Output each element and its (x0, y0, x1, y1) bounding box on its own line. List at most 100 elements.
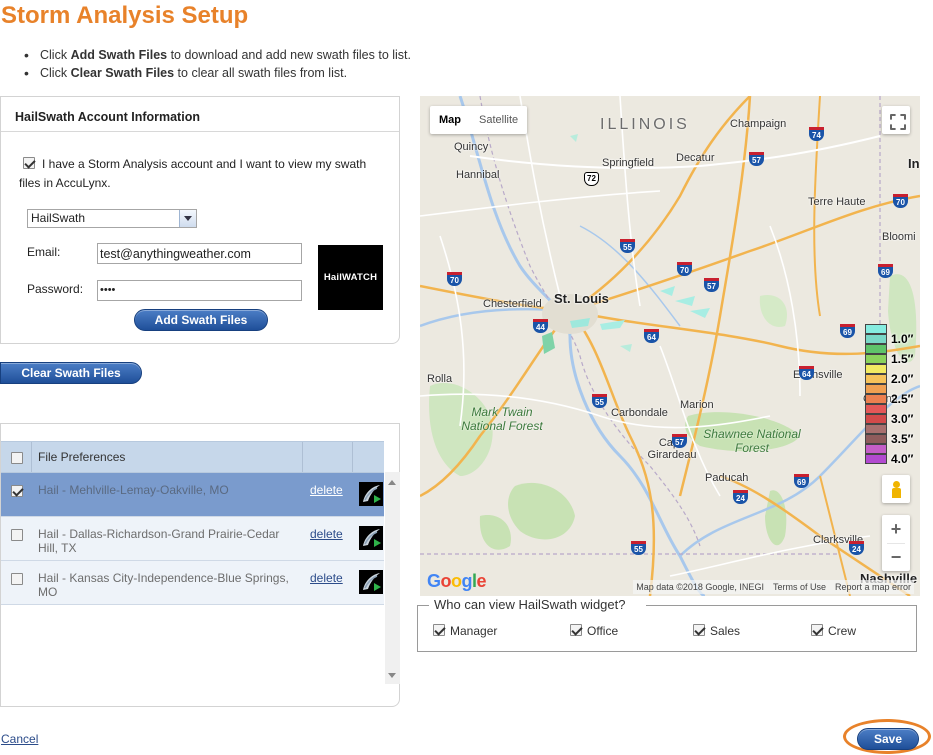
widget-visibility-title: Who can view HailSwath widget? (433, 597, 627, 612)
report-map-error-link[interactable]: Report a map error (835, 582, 911, 592)
viewer-option-office[interactable]: Office (570, 624, 618, 638)
map-city-label: In (908, 156, 920, 171)
highway-shield: 44 (533, 319, 548, 333)
legend-value: 4.0″ (891, 452, 914, 466)
highway-shield: 70 (677, 262, 692, 276)
map-city-label: Champaign (730, 118, 787, 130)
highway-shield: 64 (799, 366, 814, 380)
viewer-checkbox[interactable] (811, 624, 823, 636)
viewer-option-manager[interactable]: Manager (433, 624, 497, 638)
street-view-pegman-icon[interactable] (882, 475, 910, 503)
account-panel: HailSwath Account Information I have a S… (0, 96, 400, 344)
cancel-link[interactable]: Cancel (1, 732, 38, 746)
highway-shield: 64 (644, 329, 659, 343)
instruction-item: Click Clear Swath Files to clear all swa… (24, 64, 411, 82)
legend-swatch (865, 434, 887, 444)
map-city-label: Springfield (602, 157, 654, 169)
file-list-scrollbar[interactable] (385, 472, 400, 684)
select-all-checkbox[interactable] (11, 452, 23, 464)
highway-shield: 55 (631, 541, 646, 555)
table-row[interactable]: Hail - Mehlville-Lemay-Oakville, MO dele… (1, 473, 384, 517)
hail-size-legend: 1.0″ 1.5″ 2.0″ 2.5″ 3.0″ 3.5″ 4.0″ (865, 324, 920, 467)
table-row[interactable]: Hail - Kansas City-Independence-Blue Spr… (1, 561, 384, 605)
legend-value: 3.5″ (891, 432, 914, 446)
highway-shield: 55 (620, 239, 635, 253)
map-city-label: Paducah (705, 472, 749, 484)
terms-of-use-link[interactable]: Terms of Use (773, 582, 826, 592)
map-city-label: Terre Haute (808, 196, 866, 208)
legend-swatch (865, 354, 887, 364)
legend-swatch (865, 454, 887, 464)
delete-link[interactable]: delete (310, 571, 343, 585)
map-data-credit: Map data ©2018 Google, INEGI (636, 582, 764, 592)
divider (646, 605, 916, 606)
email-field[interactable] (97, 243, 302, 264)
legend-swatch (865, 324, 887, 334)
swath-icon[interactable] (359, 526, 383, 550)
zoom-control[interactable]: + − (882, 515, 910, 571)
row-checkbox[interactable] (11, 485, 23, 497)
table-row[interactable]: Hail - Dallas-Richardson-Grand Prairie-C… (1, 517, 384, 561)
map-attribution: Map data ©2018 Google, INEGI Terms of Use… (633, 580, 914, 594)
map-city-label: Marion (680, 399, 714, 411)
has-account-checkbox[interactable] (23, 157, 35, 169)
column-separator (31, 442, 32, 472)
map-type-map-button[interactable]: Map (430, 106, 470, 134)
highway-shield: 57 (672, 434, 687, 448)
viewer-checkbox[interactable] (693, 624, 705, 636)
delete-link[interactable]: delete (310, 483, 343, 497)
delete-link[interactable]: delete (310, 527, 343, 541)
divider (418, 605, 429, 606)
hail-swath-map[interactable]: Map Satellite ILLINOIS Champaign Quincy … (420, 96, 920, 596)
highway-shield: 74 (809, 127, 824, 141)
page-title: Storm Analysis Setup (1, 2, 249, 29)
map-forest-label: Mark Twain National Forest (461, 405, 543, 433)
provider-select-value: HailSwath (31, 211, 86, 225)
column-header-file-preferences[interactable]: File Preferences (38, 450, 125, 464)
clear-swath-files-button[interactable]: Clear Swath Files (0, 362, 142, 384)
column-separator (352, 442, 353, 472)
scroll-up-arrow-icon[interactable] (388, 480, 396, 485)
highway-shield: 57 (704, 278, 719, 292)
file-list-panel: File Preferences Hail - Mehlville-Lemay-… (0, 423, 400, 707)
divider (1, 131, 399, 132)
legend-swatch (865, 414, 887, 424)
viewer-option-crew[interactable]: Crew (811, 624, 856, 638)
row-checkbox[interactable] (11, 573, 23, 585)
legend-swatch (865, 444, 887, 454)
fullscreen-icon[interactable] (882, 106, 910, 134)
has-account-label: I have a Storm Analysis account and I wa… (19, 157, 367, 190)
map-city-label: Decatur (676, 152, 715, 164)
zoom-out-button[interactable]: − (882, 543, 910, 571)
viewer-checkbox[interactable] (433, 624, 445, 636)
provider-select[interactable]: HailSwath (27, 209, 197, 228)
google-logo: Google (427, 571, 487, 591)
map-city-label: Rolla (427, 373, 453, 385)
map-city-label: Carbondale (611, 407, 668, 419)
swath-icon[interactable] (359, 570, 383, 594)
row-checkbox[interactable] (11, 529, 23, 541)
password-field[interactable]: •••• (97, 280, 302, 301)
swath-icon[interactable] (359, 482, 383, 506)
map-city-label: Quincy (454, 141, 489, 153)
legend-swatch (865, 394, 887, 404)
file-name: Hail - Dallas-Richardson-Grand Prairie-C… (38, 527, 280, 555)
save-button[interactable]: Save (857, 728, 919, 750)
legend-value: 2.0″ (891, 372, 914, 386)
map-city-label: St. Louis (554, 291, 609, 306)
chevron-down-icon[interactable] (179, 210, 196, 227)
scroll-down-arrow-icon[interactable] (388, 673, 396, 678)
add-swath-files-button[interactable]: Add Swath Files (134, 309, 268, 331)
map-type-control[interactable]: Map Satellite (430, 106, 528, 134)
legend-swatch (865, 334, 887, 344)
map-type-satellite-button[interactable]: Satellite (470, 106, 527, 134)
viewer-checkbox[interactable] (570, 624, 582, 636)
highway-shield: 24 (849, 541, 864, 555)
highway-shield: 72 (584, 172, 599, 186)
viewer-option-sales[interactable]: Sales (693, 624, 740, 638)
zoom-in-button[interactable]: + (882, 515, 910, 543)
highway-shield: 69 (794, 474, 809, 488)
highway-shield: 57 (749, 152, 764, 166)
map-city-label: Chesterfield (483, 298, 542, 310)
map-state-label: ILLINOIS (600, 116, 690, 133)
